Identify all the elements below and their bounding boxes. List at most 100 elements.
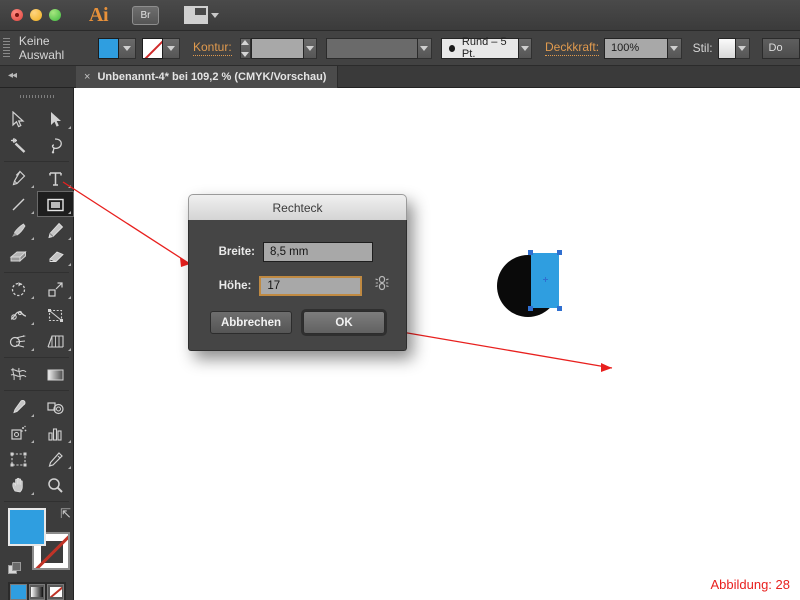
tool-flyout-indicator-icon — [31, 348, 34, 351]
minimize-window-icon[interactable] — [30, 9, 42, 21]
paintbrush-tool[interactable] — [0, 217, 37, 243]
tool-grid-2 — [0, 165, 74, 269]
bridge-button[interactable]: Br — [132, 5, 159, 25]
close-tab-icon[interactable]: × — [84, 71, 90, 83]
brush-definition-input[interactable]: Rund – 5 Pt. — [440, 36, 519, 60]
chevron-down-icon — [122, 45, 131, 51]
width-input[interactable]: 8,5 mm — [263, 242, 373, 262]
color-mode-button[interactable] — [10, 584, 27, 600]
stepper-up-icon[interactable] — [241, 39, 250, 45]
tool-flyout-indicator-icon — [68, 466, 71, 469]
eyedropper-tool[interactable] — [0, 394, 37, 420]
control-bar-grip[interactable] — [3, 38, 10, 58]
selection-anchor[interactable] — [528, 306, 533, 311]
gradient-tool[interactable] — [37, 361, 74, 387]
fill-swatch-group[interactable] — [97, 37, 136, 59]
scale-tool[interactable] — [37, 276, 74, 302]
zoom-tool[interactable] — [37, 472, 74, 498]
graphic-style-swatch[interactable] — [717, 37, 737, 59]
tool-separator — [4, 357, 69, 358]
chevron-down-icon — [166, 45, 175, 51]
stepper-down-icon[interactable] — [241, 51, 250, 57]
stroke-label[interactable]: Kontur: — [192, 40, 232, 56]
blob-brush-tool[interactable] — [0, 243, 37, 269]
stroke-dropdown-button[interactable] — [162, 37, 180, 59]
stroke-swatch[interactable] — [141, 37, 163, 59]
variable-width-profile-input[interactable] — [326, 37, 419, 59]
collapse-panel-icon[interactable]: ◂◂ — [8, 70, 17, 81]
slice-tool[interactable] — [37, 446, 74, 472]
stroke-weight-stepper[interactable] — [239, 37, 251, 59]
fill-dropdown-button[interactable] — [118, 37, 136, 59]
window-controls — [11, 9, 61, 21]
selection-tool[interactable] — [0, 106, 37, 132]
brush-dropdown-button[interactable] — [518, 37, 533, 59]
tool-grid-4 — [0, 361, 73, 387]
tool-flyout-indicator-icon — [31, 296, 34, 299]
pen-tool[interactable] — [0, 165, 37, 191]
link-constrain-icon[interactable] — [374, 273, 390, 298]
tool-flyout-indicator-icon — [68, 263, 71, 266]
gradient-mode-button[interactable] — [28, 584, 46, 600]
fill-color-proxy[interactable] — [8, 508, 46, 546]
tool-flyout-indicator-icon — [68, 211, 71, 214]
close-window-icon[interactable] — [11, 9, 23, 21]
ok-button[interactable]: OK — [303, 311, 385, 334]
variable-width-dropdown-button[interactable] — [418, 37, 432, 59]
width-tool[interactable] — [0, 302, 37, 328]
arrange-documents-button[interactable] — [184, 6, 219, 24]
magic-wand-tool[interactable] — [0, 132, 37, 158]
selection-status-label: Keine Auswahl — [18, 34, 65, 62]
selection-anchor[interactable] — [528, 250, 533, 255]
opacity-input[interactable]: 100% — [604, 37, 669, 59]
shape-builder-tool[interactable] — [0, 328, 37, 354]
artboard-tool[interactable] — [0, 446, 37, 472]
perspective-grid-tool[interactable] — [37, 328, 74, 354]
arrange-documents-icon — [184, 6, 208, 24]
direct-selection-tool[interactable] — [37, 106, 74, 132]
style-dropdown-button[interactable] — [736, 37, 750, 59]
chevron-down-icon — [420, 45, 429, 51]
canvas-area[interactable] — [74, 88, 800, 600]
width-label: Breite: — [218, 246, 255, 258]
tools-panel-grip[interactable] — [18, 90, 55, 102]
tool-flyout-indicator-icon — [68, 296, 71, 299]
fill-swatch[interactable] — [97, 37, 119, 59]
blend-tool[interactable] — [37, 394, 74, 420]
pencil-tool[interactable] — [37, 217, 74, 243]
rotate-tool[interactable] — [0, 276, 37, 302]
hand-tool[interactable] — [0, 472, 37, 498]
rectangle-tool[interactable] — [37, 191, 74, 217]
document-setup-button[interactable]: Do — [761, 37, 800, 59]
document-tab-bar: ◂◂ × Unbenannt-4* bei 109,2 % (CMYK/Vors… — [0, 66, 800, 88]
opacity-dropdown-button[interactable] — [668, 37, 682, 59]
brush-definition-label: Rund – 5 Pt. — [461, 36, 507, 60]
document-tab[interactable]: × Unbenannt-4* bei 109,2 % (CMYK/Vorscha… — [76, 66, 339, 88]
symbol-sprayer-tool[interactable] — [0, 420, 37, 446]
selection-anchor[interactable] — [557, 250, 562, 255]
column-graph-tool[interactable] — [37, 420, 74, 446]
line-segment-tool[interactable] — [0, 191, 37, 217]
opacity-label[interactable]: Deckkraft: — [545, 40, 600, 56]
none-mode-button[interactable] — [47, 584, 65, 600]
free-transform-tool[interactable] — [37, 302, 74, 328]
stroke-swatch-group[interactable] — [141, 37, 180, 59]
eraser-tool[interactable] — [37, 243, 74, 269]
lasso-tool[interactable] — [37, 132, 74, 158]
swap-fill-stroke-icon[interactable]: ⇱ — [60, 506, 71, 522]
cancel-button[interactable]: Abbrechen — [210, 311, 292, 334]
maximize-window-icon[interactable] — [49, 9, 61, 21]
tool-flyout-indicator-icon — [31, 237, 34, 240]
default-fill-stroke-icon[interactable] — [8, 562, 22, 576]
tool-flyout-indicator-icon — [68, 348, 71, 351]
tool-flyout-indicator-icon — [68, 237, 71, 240]
stroke-weight-dropdown-button[interactable] — [304, 37, 318, 59]
height-input[interactable]: 17 — [259, 275, 362, 296]
stroke-weight-input[interactable] — [250, 37, 305, 59]
tool-flyout-indicator-icon — [68, 440, 71, 443]
type-tool[interactable] — [37, 165, 74, 191]
chevron-down-icon — [738, 45, 747, 51]
mesh-tool[interactable] — [0, 361, 37, 387]
figure-caption: Abbildung: 28 — [710, 577, 790, 592]
selection-anchor[interactable] — [557, 306, 562, 311]
